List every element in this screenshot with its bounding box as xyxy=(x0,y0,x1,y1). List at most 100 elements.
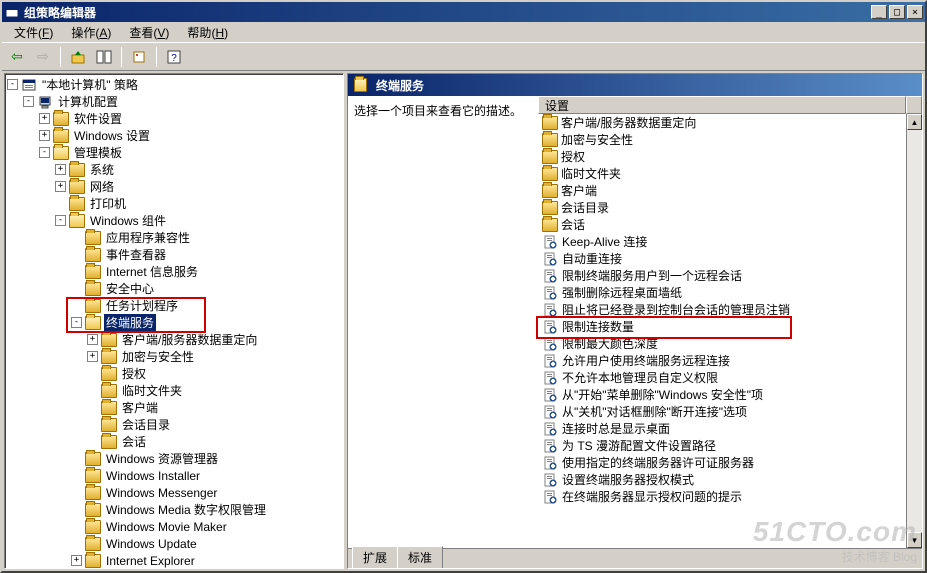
tree-wc-item[interactable]: Windows Media 数字权限管理 xyxy=(7,501,343,518)
tree-toggle[interactable]: + xyxy=(39,130,50,141)
folder-closed-icon xyxy=(101,384,117,398)
tree-toggle[interactable]: + xyxy=(87,351,98,362)
tree-network[interactable]: +网络 xyxy=(7,178,343,195)
settings-policy-item[interactable]: 不允许本地管理员自定义权限 xyxy=(538,369,906,386)
policy-tree[interactable]: -"本地计算机" 策略-计算机配置+软件设置+Windows 设置-管理模板+系… xyxy=(5,74,343,568)
list-item-label: 限制终端服务用户到一个远程会话 xyxy=(562,267,742,284)
tree-ts-child[interactable]: 授权 xyxy=(7,365,343,382)
close-button[interactable]: × xyxy=(907,5,923,19)
menu-help[interactable]: 帮助(H) xyxy=(179,22,236,43)
export-list-button[interactable] xyxy=(128,46,150,68)
maximize-button[interactable]: □ xyxy=(889,5,905,19)
tree-ts-child[interactable]: +加密与安全性 xyxy=(7,348,343,365)
settings-column-header[interactable]: 设置 xyxy=(538,96,906,114)
tree-item-label: Internet Explorer xyxy=(104,554,197,568)
show-hide-tree-button[interactable] xyxy=(93,46,115,68)
tree-toggle[interactable]: + xyxy=(87,334,98,345)
tree-item-label: Internet 信息服务 xyxy=(104,263,200,280)
tree-ts-child[interactable]: 客户端 xyxy=(7,399,343,416)
menu-action[interactable]: 操作(A) xyxy=(63,22,119,43)
settings-policy-item[interactable]: Keep-Alive 连接 xyxy=(538,233,906,250)
tree-wc-item[interactable]: 事件查看器 xyxy=(7,246,343,263)
settings-folder-item[interactable]: 授权 xyxy=(538,148,906,165)
tab-standard[interactable]: 标准 xyxy=(397,546,443,568)
tree-wc-item[interactable]: 应用程序兼容性 xyxy=(7,229,343,246)
tree-toggle[interactable]: - xyxy=(55,215,66,226)
settings-policy-item[interactable]: 限制终端服务用户到一个远程会话 xyxy=(538,267,906,284)
tree-root[interactable]: -"本地计算机" 策略 xyxy=(7,76,343,93)
tree-wc-item[interactable]: + Internet Explorer xyxy=(7,552,343,568)
tree-toggle[interactable]: + xyxy=(71,555,82,566)
menu-view[interactable]: 查看(V) xyxy=(121,22,177,43)
tree-wc-item[interactable]: Windows 资源管理器 xyxy=(7,450,343,467)
tree-wc-item[interactable]: Windows Movie Maker xyxy=(7,518,343,535)
settings-policy-item[interactable]: 从"开始"菜单删除"Windows 安全性"项 xyxy=(538,386,906,403)
settings-policy-item[interactable]: 为 TS 漫游配置文件设置路径 xyxy=(538,437,906,454)
tree-wc-item[interactable]: 任务计划程序 xyxy=(7,297,343,314)
tree-wc-item[interactable]: 安全中心 xyxy=(7,280,343,297)
vertical-scrollbar[interactable]: ▲ ▼ xyxy=(906,114,922,548)
settings-policy-item[interactable]: 自动重连接 xyxy=(538,250,906,267)
scroll-up-button[interactable]: ▲ xyxy=(907,114,922,130)
tree-printers[interactable]: 打印机 xyxy=(7,195,343,212)
help-button[interactable]: ? xyxy=(163,46,185,68)
settings-folder-item[interactable]: 客户端/服务器数据重定向 xyxy=(538,114,906,131)
tree-wc-item[interactable]: Windows Messenger xyxy=(7,484,343,501)
settings-policy-item[interactable]: 限制最大颜色深度 xyxy=(538,335,906,352)
tree-item-label: Windows Movie Maker xyxy=(104,520,229,534)
tree-windows-settings[interactable]: +Windows 设置 xyxy=(7,127,343,144)
tree-toggle[interactable]: - xyxy=(7,79,18,90)
settings-policy-item[interactable]: 从"关机"对话框删除"断开连接"选项 xyxy=(538,403,906,420)
list-item-label: 阻止将已经登录到控制台会话的管理员注销 xyxy=(562,301,790,318)
tree-ts-child[interactable]: 会话目录 xyxy=(7,416,343,433)
settings-policy-item[interactable]: 使用指定的终端服务器许可证服务器 xyxy=(538,454,906,471)
tree-item-label: Windows Installer xyxy=(104,469,202,483)
scroll-track[interactable] xyxy=(907,130,922,532)
policy-setting-icon xyxy=(542,319,558,335)
settings-folder-item[interactable]: 客户端 xyxy=(538,182,906,199)
toggle-none xyxy=(71,232,82,243)
details-panel: 终端服务 选择一个项目来查看它的描述。 设置 客户端/服务器数据重定向加密与安全… xyxy=(347,73,923,569)
settings-policy-item[interactable]: 允许用户使用终端服务远程连接 xyxy=(538,352,906,369)
tree-ts-child[interactable]: 临时文件夹 xyxy=(7,382,343,399)
scroll-down-button[interactable]: ▼ xyxy=(907,532,922,548)
tree-computer-config[interactable]: -计算机配置 xyxy=(7,93,343,110)
tree-software-settings[interactable]: +软件设置 xyxy=(7,110,343,127)
up-folder-button[interactable] xyxy=(67,46,89,68)
tree-wc-item[interactable]: Windows Update xyxy=(7,535,343,552)
settings-folder-item[interactable]: 加密与安全性 xyxy=(538,131,906,148)
settings-folder-item[interactable]: 会话 xyxy=(538,216,906,233)
tree-toggle[interactable]: + xyxy=(55,164,66,175)
settings-policy-item[interactable]: 强制删除远程桌面墙纸 xyxy=(538,284,906,301)
settings-policy-item[interactable]: 在终端服务器显示授权问题的提示 xyxy=(538,488,906,505)
settings-policy-item[interactable]: 阻止将已经登录到控制台会话的管理员注销 xyxy=(538,301,906,318)
policy-setting-icon xyxy=(542,421,558,437)
settings-policy-item[interactable]: 连接时总是显示桌面 xyxy=(538,420,906,437)
tree-windows-components[interactable]: -Windows 组件 xyxy=(7,212,343,229)
tree-wc-item[interactable]: Internet 信息服务 xyxy=(7,263,343,280)
back-button[interactable]: ⇦ xyxy=(6,46,28,68)
tree-terminal-services[interactable]: -终端服务 xyxy=(7,314,343,331)
settings-folder-item[interactable]: 临时文件夹 xyxy=(538,165,906,182)
tree-system[interactable]: +系统 xyxy=(7,161,343,178)
tab-extended[interactable]: 扩展 xyxy=(352,546,398,568)
policy-setting-icon xyxy=(542,472,558,488)
menu-file[interactable]: 文件(F) xyxy=(6,22,61,43)
settings-list[interactable]: 客户端/服务器数据重定向加密与安全性授权临时文件夹客户端会话目录会话Keep-A… xyxy=(538,114,906,548)
settings-policy-item[interactable]: 限制连接数量 xyxy=(538,318,906,335)
tree-toggle[interactable]: - xyxy=(71,317,82,328)
tree-ts-child[interactable]: 会话 xyxy=(7,433,343,450)
folder-open-icon xyxy=(354,77,370,93)
tree-toggle[interactable]: - xyxy=(39,147,50,158)
tree-wc-item[interactable]: Windows Installer xyxy=(7,467,343,484)
tree-ts-child[interactable]: +客户端/服务器数据重定向 xyxy=(7,331,343,348)
settings-policy-item[interactable]: 设置终端服务器授权模式 xyxy=(538,471,906,488)
forward-button[interactable]: ⇨ xyxy=(32,46,54,68)
tree-toggle[interactable]: + xyxy=(39,113,50,124)
tree-toggle[interactable]: + xyxy=(55,181,66,192)
tree-toggle[interactable]: - xyxy=(23,96,34,107)
toggle-none xyxy=(71,487,82,498)
minimize-button[interactable]: _ xyxy=(871,5,887,19)
tree-admin-templates[interactable]: -管理模板 xyxy=(7,144,343,161)
settings-folder-item[interactable]: 会话目录 xyxy=(538,199,906,216)
